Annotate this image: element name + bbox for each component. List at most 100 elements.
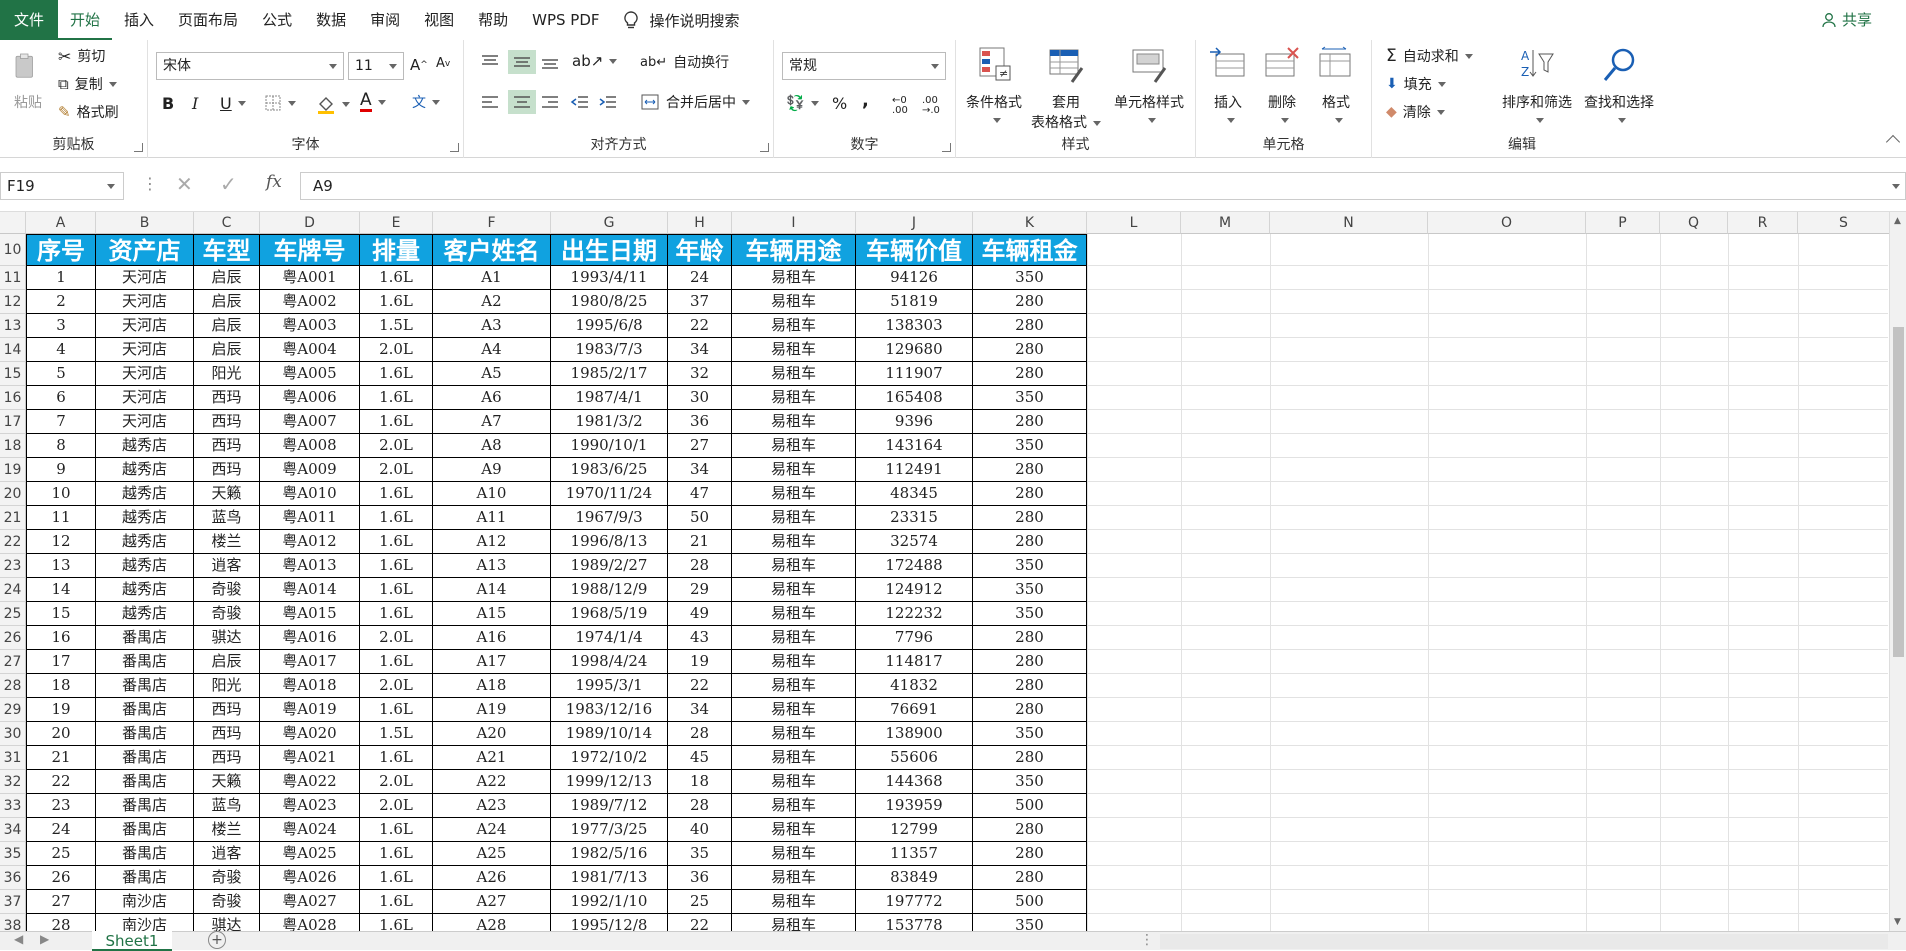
table-cell[interactable]: 17 [26,650,96,674]
row-header[interactable]: 20 [0,482,26,506]
table-cell[interactable]: 1.6L [360,746,433,770]
table-cell[interactable]: 奇骏 [194,890,260,914]
table-cell[interactable]: 7 [26,410,96,434]
table-cell[interactable]: 粤A023 [260,794,360,818]
column-header-I[interactable]: I [732,212,856,234]
table-cell[interactable]: 280 [973,362,1087,386]
column-header-P[interactable]: P [1586,212,1660,234]
table-cell[interactable]: 1977/3/25 [551,818,668,842]
table-cell[interactable]: 番禺店 [96,674,194,698]
table-cell[interactable]: 143164 [856,434,973,458]
row-header[interactable]: 16 [0,386,26,410]
table-cell[interactable]: 1996/8/13 [551,530,668,554]
align-bottom-button[interactable] [540,54,560,70]
table-cell[interactable]: 350 [973,770,1087,794]
table-cell[interactable]: 153778 [856,914,973,931]
table-cell[interactable]: A15 [433,602,551,626]
table-cell[interactable]: 奇骏 [194,866,260,890]
table-cell[interactable]: 易租车 [732,434,856,458]
table-cell[interactable]: A20 [433,722,551,746]
paste-button[interactable]: 粘贴 [6,48,50,112]
table-cell[interactable]: 24 [26,818,96,842]
table-cell[interactable]: 12799 [856,818,973,842]
table-cell[interactable]: A4 [433,338,551,362]
tab-view[interactable]: 视图 [412,0,466,40]
percent-style-button[interactable]: % [832,94,847,113]
horizontal-scrollbar[interactable] [1160,934,1888,949]
row-header[interactable]: 21 [0,506,26,530]
table-cell[interactable]: 易租车 [732,386,856,410]
row-header[interactable]: 24 [0,578,26,602]
table-cell[interactable]: 9 [26,458,96,482]
table-cell[interactable]: A10 [433,482,551,506]
table-cell[interactable]: A28 [433,914,551,931]
column-header-H[interactable]: H [668,212,732,234]
row-header[interactable]: 28 [0,674,26,698]
table-cell[interactable]: 天河店 [96,338,194,362]
table-cell[interactable]: 西玛 [194,386,260,410]
table-cell[interactable]: 2.0L [360,434,433,458]
table-cell[interactable]: 500 [973,794,1087,818]
table-cell[interactable]: 1993/4/11 [551,266,668,290]
table-cell[interactable]: 28 [668,722,732,746]
table-cell[interactable]: 西玛 [194,458,260,482]
format-painter-button[interactable]: ✎ 格式刷 [58,102,119,122]
splitter-icon[interactable]: ⋮ [1140,932,1154,948]
table-cell[interactable]: A9 [433,458,551,482]
column-header-G[interactable]: G [551,212,668,234]
column-header-R[interactable]: R [1728,212,1798,234]
table-cell[interactable]: 天河店 [96,290,194,314]
table-cell[interactable]: 45 [668,746,732,770]
table-cell[interactable]: 蓝鸟 [194,506,260,530]
table-cell[interactable]: 易租车 [732,290,856,314]
table-cell[interactable]: 1989/10/14 [551,722,668,746]
table-cell[interactable]: 天河店 [96,266,194,290]
table-cell[interactable]: A13 [433,554,551,578]
table-cell[interactable]: 16 [26,626,96,650]
table-cell[interactable]: A17 [433,650,551,674]
table-cell[interactable]: 27 [668,434,732,458]
table-cell[interactable]: 易租车 [732,602,856,626]
table-cell[interactable]: 粤A020 [260,722,360,746]
table-cell[interactable]: 280 [973,482,1087,506]
table-cell[interactable]: 1981/3/2 [551,410,668,434]
table-cell[interactable]: 1974/1/4 [551,626,668,650]
table-cell[interactable]: A5 [433,362,551,386]
column-title[interactable]: 排量 [360,234,433,266]
table-cell[interactable]: 粤A027 [260,890,360,914]
row-header[interactable]: 36 [0,866,26,890]
table-cell[interactable]: A11 [433,506,551,530]
row-header[interactable]: 23 [0,554,26,578]
table-cell[interactable]: 37 [668,290,732,314]
format-as-table-button[interactable]: 套用 表格格式 [1030,46,1102,132]
table-cell[interactable]: 94126 [856,266,973,290]
table-cell[interactable]: 粤A011 [260,506,360,530]
table-cell[interactable]: 11357 [856,842,973,866]
table-cell[interactable]: 24 [668,266,732,290]
table-cell[interactable]: 129680 [856,338,973,362]
table-cell[interactable]: 138303 [856,314,973,338]
font-name-select[interactable]: 宋体 [156,52,344,80]
table-cell[interactable]: 4 [26,338,96,362]
table-cell[interactable]: 1999/12/13 [551,770,668,794]
column-header-E[interactable]: E [360,212,433,234]
name-box[interactable]: F19 [0,172,124,200]
table-cell[interactable]: 47 [668,482,732,506]
table-cell[interactable]: 280 [973,698,1087,722]
table-cell[interactable]: 1.6L [360,290,433,314]
table-cell[interactable]: 14 [26,578,96,602]
table-cell[interactable]: A21 [433,746,551,770]
merge-center-button[interactable]: 合并后居中 [640,92,750,112]
row-header[interactable]: 33 [0,794,26,818]
table-cell[interactable]: 35 [668,842,732,866]
italic-button[interactable]: I [192,94,198,113]
table-cell[interactable]: 350 [973,434,1087,458]
table-cell[interactable]: 天河店 [96,314,194,338]
table-cell[interactable]: 1.6L [360,578,433,602]
align-top-button[interactable] [480,54,500,70]
table-cell[interactable]: 1987/4/1 [551,386,668,410]
table-cell[interactable]: 34 [668,338,732,362]
table-cell[interactable]: A16 [433,626,551,650]
table-cell[interactable]: 83849 [856,866,973,890]
table-cell[interactable]: 1982/5/16 [551,842,668,866]
